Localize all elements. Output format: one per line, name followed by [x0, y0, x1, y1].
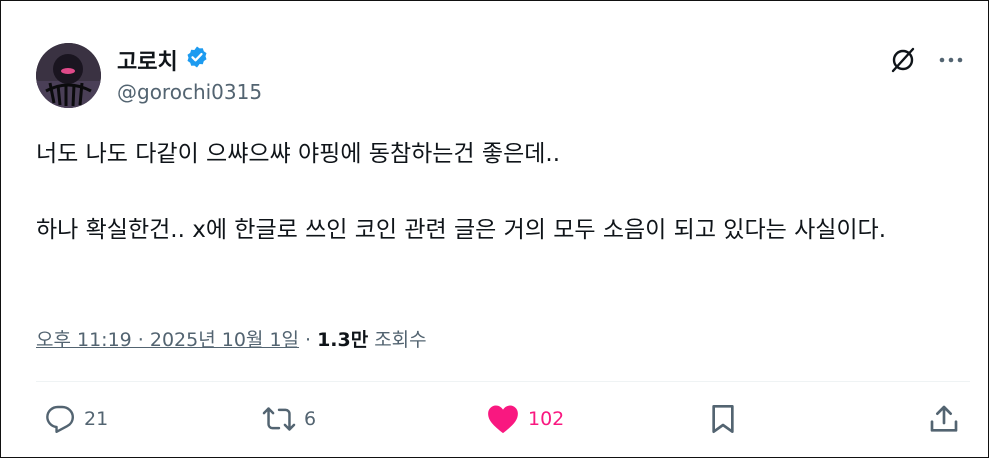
tweet-meta: 오후 11:19 · 2025년 10월 1일 · 1.3만 조회수 [36, 325, 427, 352]
author-display-name[interactable]: 고로치 [117, 44, 178, 76]
tweet-timestamp[interactable]: 오후 11:19 · 2025년 10월 1일 [36, 325, 299, 352]
share-button[interactable] [928, 403, 960, 435]
divider [36, 381, 970, 382]
share-icon [930, 405, 958, 432]
repost-button[interactable]: 6 [262, 403, 316, 435]
author-name-row[interactable]: 고로치 [117, 44, 209, 76]
avatar[interactable] [36, 43, 101, 108]
grok-icon[interactable] [888, 45, 918, 75]
verified-badge-icon [185, 45, 209, 75]
reply-count: 21 [84, 408, 109, 430]
tweet-text: 너도 나도 다같이 으쌰으쌰 야핑에 동참하는건 좋은데.. 하나 확실한건..… [36, 141, 887, 243]
repost-icon [262, 407, 296, 431]
tweet-card: 고로치 @gorochi0315 너도 나도 다같이 으쌰으쌰 야핑에 동참하는… [0, 0, 989, 458]
meta-separator: · [305, 329, 312, 351]
views-count: 1.3만 [317, 329, 369, 351]
more-icon[interactable] [936, 45, 966, 75]
heart-icon [488, 405, 518, 434]
like-button[interactable]: 102 [486, 403, 564, 435]
author-handle[interactable]: @gorochi0315 [117, 80, 262, 104]
bookmark-button[interactable] [708, 403, 738, 435]
avatar-image [36, 43, 101, 108]
header-actions [888, 45, 966, 75]
action-bar: 21 6 102 [36, 403, 968, 443]
views-label: 조회수 [374, 329, 427, 351]
reply-button[interactable]: 21 [44, 403, 108, 435]
reply-icon [46, 405, 74, 433]
repost-count: 6 [304, 408, 317, 430]
like-count: 102 [528, 408, 565, 430]
bookmark-icon [712, 405, 734, 433]
